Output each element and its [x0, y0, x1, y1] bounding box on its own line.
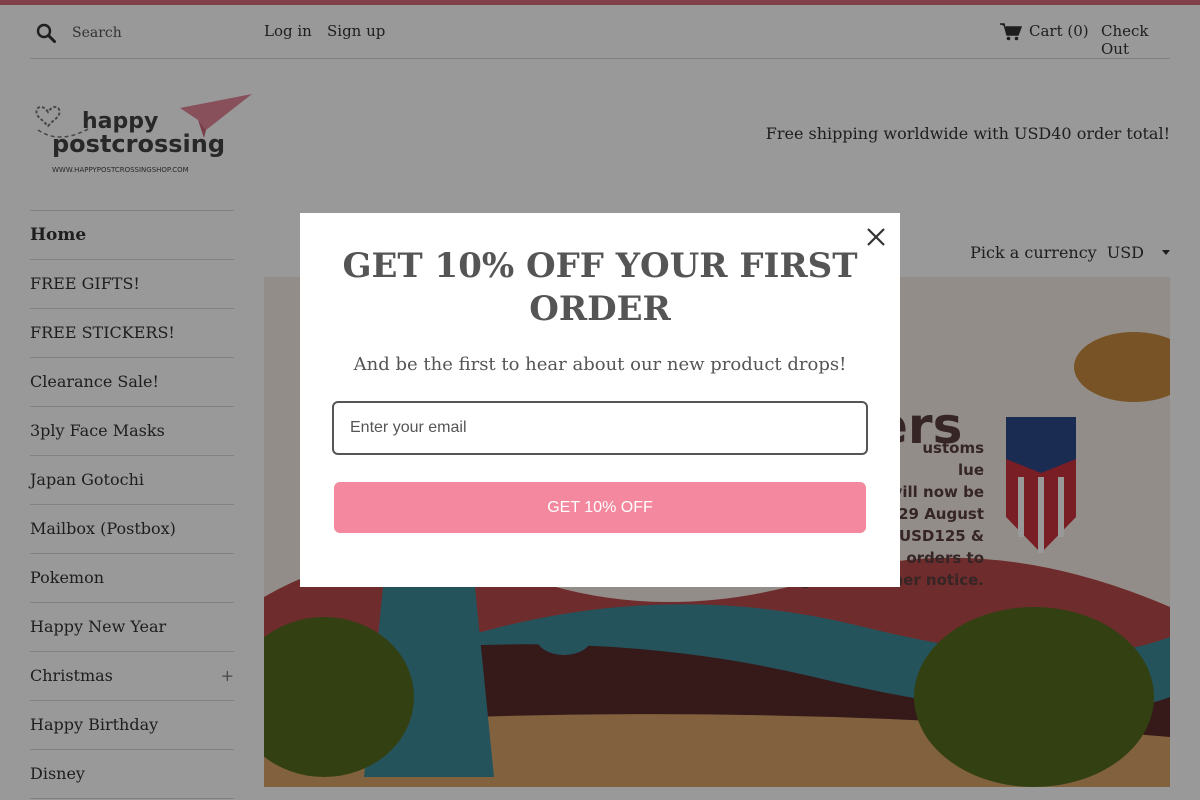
- popup-subtitle: And be the first to hear about our new p…: [353, 354, 847, 375]
- close-icon[interactable]: [866, 227, 886, 247]
- popup-title: GET 10% OFF YOUR FIRST ORDER: [342, 246, 858, 329]
- email-field[interactable]: [332, 401, 868, 455]
- discount-popup: GET 10% OFF YOUR FIRST ORDER And be the …: [300, 213, 900, 587]
- get-discount-button[interactable]: GET 10% OFF: [334, 482, 866, 533]
